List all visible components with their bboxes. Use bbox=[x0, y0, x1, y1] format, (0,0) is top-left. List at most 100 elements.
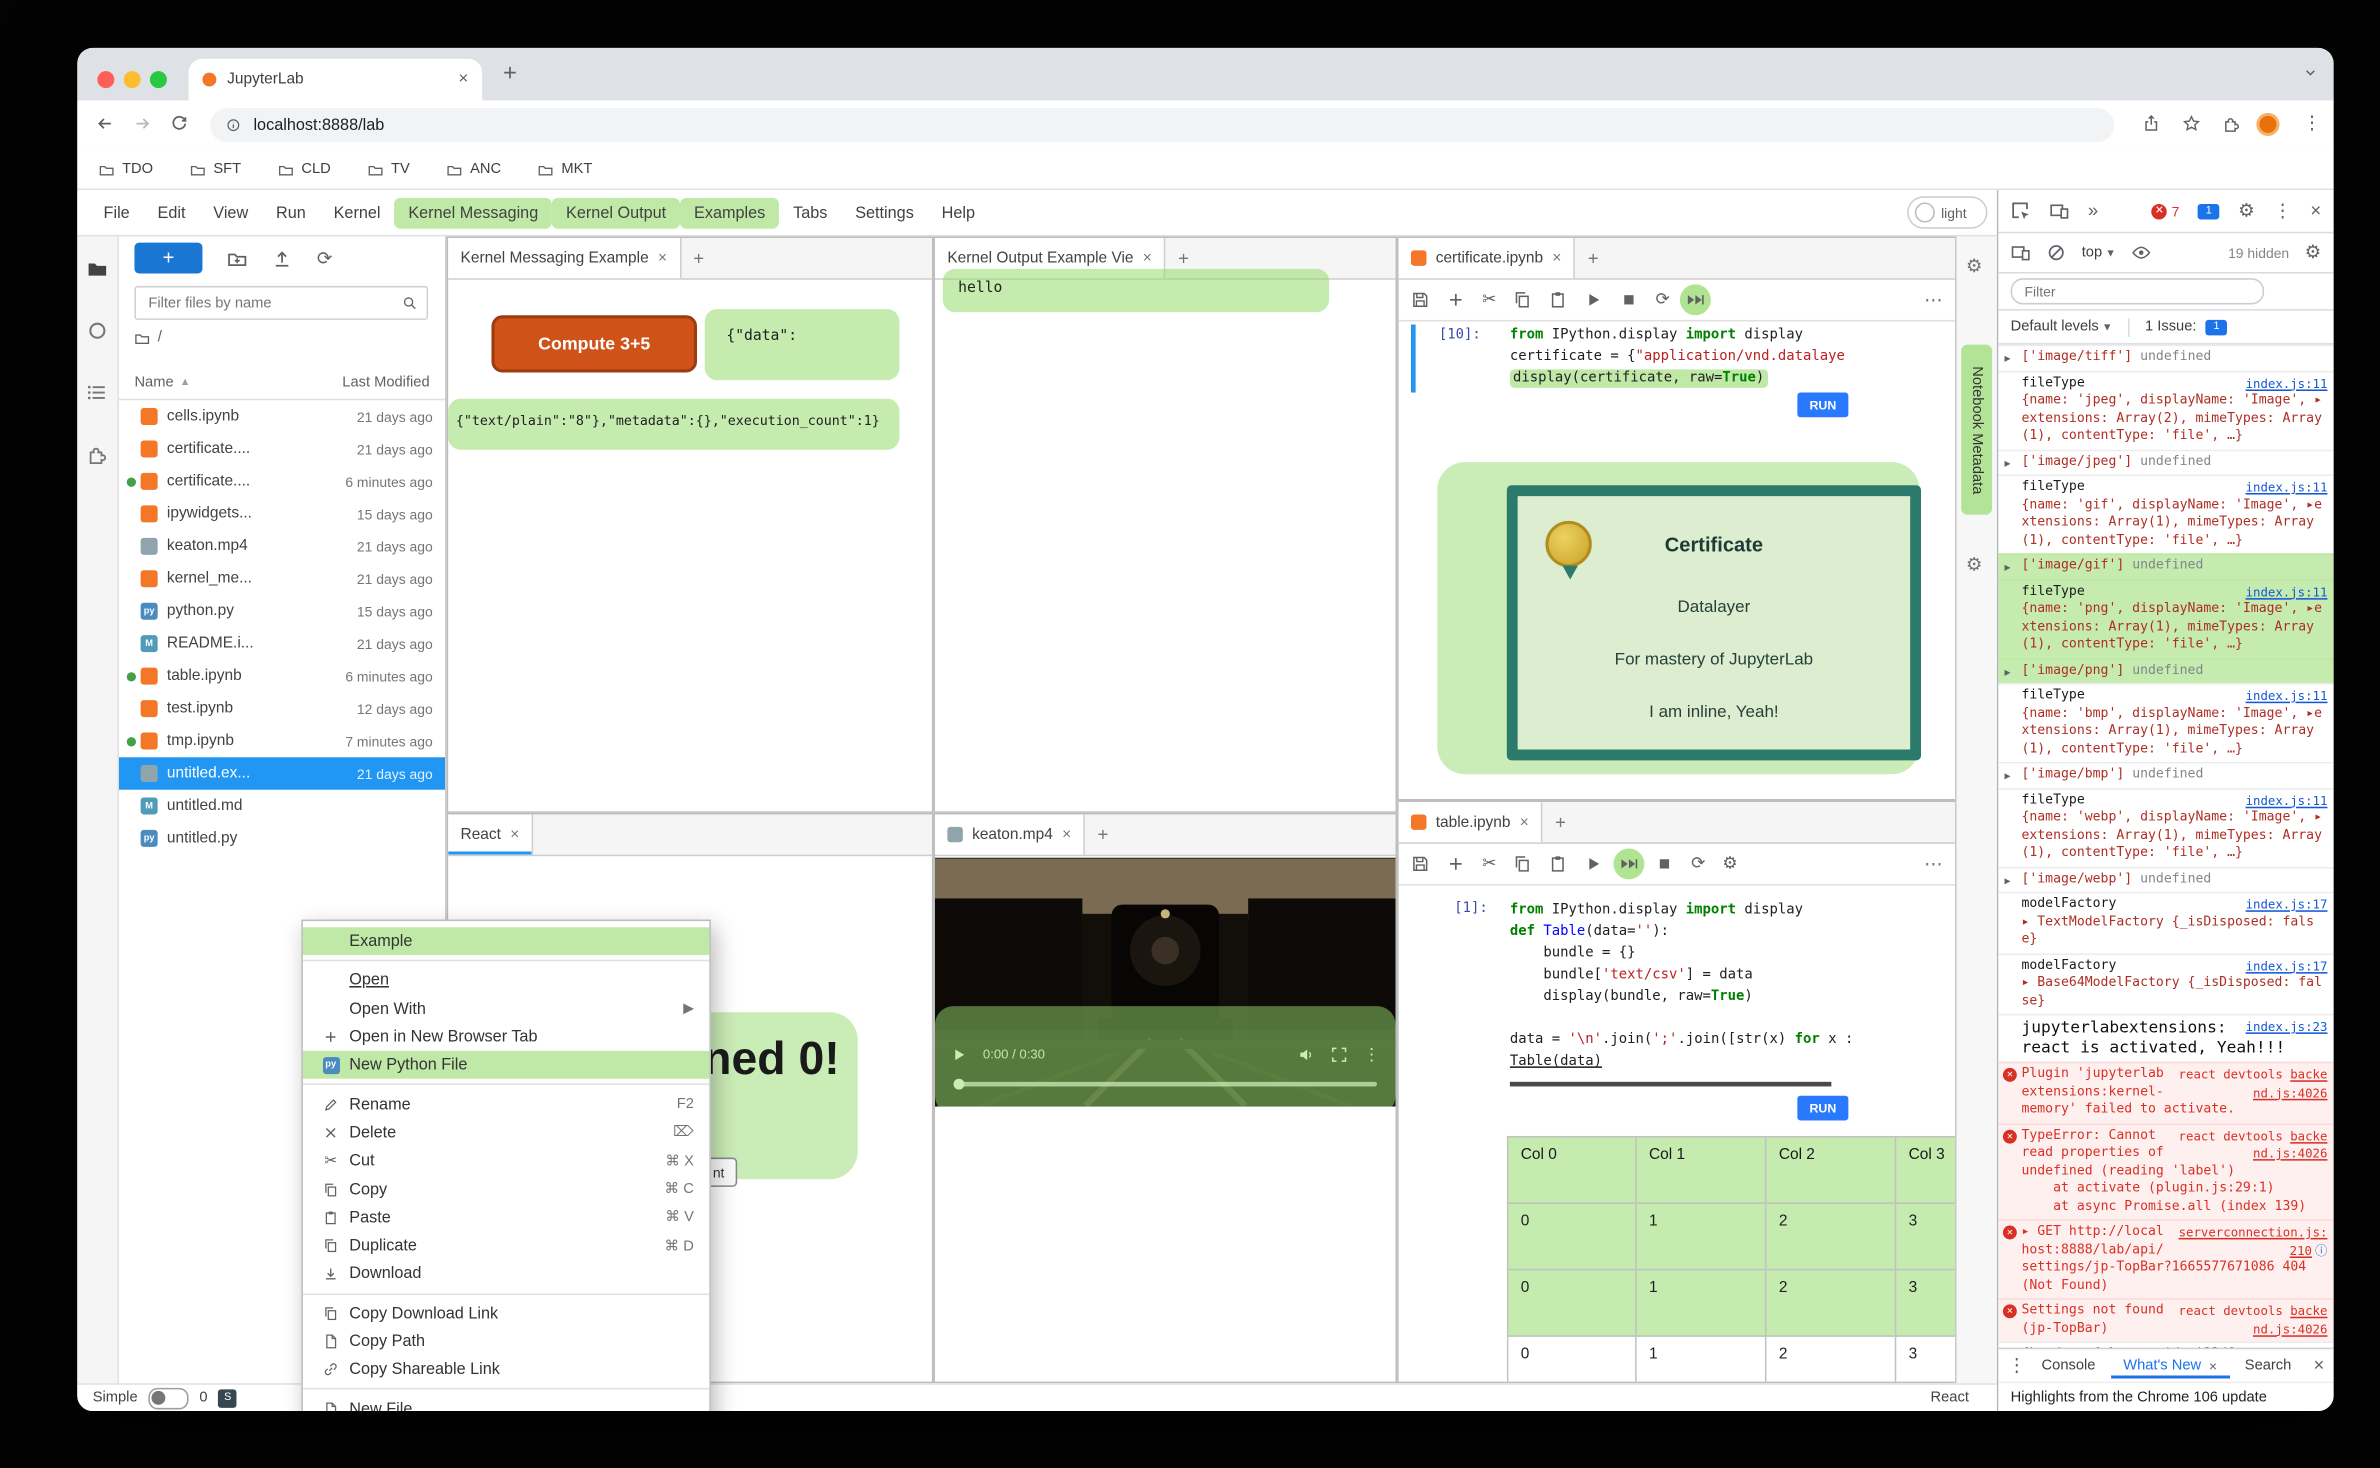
menu-tabs[interactable]: Tabs bbox=[779, 197, 841, 228]
run-cell-button[interactable]: RUN bbox=[1797, 1096, 1848, 1121]
tab-table-ipynb[interactable]: table.ipynb × bbox=[1399, 802, 1543, 842]
source-link[interactable]: react devtools backend.js:4026 bbox=[2173, 1066, 2328, 1102]
bookmark-anc[interactable]: ANC bbox=[447, 161, 501, 178]
debugger-icon[interactable]: ⚙ bbox=[1966, 553, 1983, 575]
property-inspector-icon[interactable]: ⚙ bbox=[1966, 255, 1983, 277]
menu-examples[interactable]: Examples bbox=[680, 197, 779, 228]
context-menu-item-new-file[interactable]: New File bbox=[303, 1395, 709, 1411]
file-row-readme-i[interactable]: MREADME.i...21 days ago bbox=[119, 627, 445, 659]
file-row-untitled-py[interactable]: pyuntitled.py bbox=[119, 822, 445, 854]
console-entry[interactable]: ▶['image/jpeg'] undefined bbox=[1998, 449, 2333, 475]
file-row-ipywidgets[interactable]: ipywidgets...15 days ago bbox=[119, 498, 445, 530]
insert-cell-icon[interactable] bbox=[1447, 855, 1466, 874]
fullscreen-icon[interactable] bbox=[1331, 1046, 1348, 1063]
source-link[interactable]: panel.js:53 bbox=[2246, 1346, 2328, 1348]
close-icon[interactable]: × bbox=[1520, 814, 1529, 831]
bookmark-tdo[interactable]: TDO bbox=[99, 161, 153, 178]
tab-keaton-mp4[interactable]: keaton.mp4 × bbox=[935, 814, 1085, 854]
bookmark-cld[interactable]: CLD bbox=[278, 161, 331, 178]
console-entry[interactable]: ▶['image/tiff'] undefined bbox=[1998, 345, 2333, 371]
drawer-tab-search[interactable]: Search bbox=[2232, 1352, 2303, 1378]
console-entry[interactable]: index.js:11fileType{name: 'gif', display… bbox=[1998, 474, 2333, 553]
close-icon[interactable]: × bbox=[2209, 1358, 2217, 1373]
run-icon[interactable] bbox=[1584, 855, 1603, 874]
menu-run[interactable]: Run bbox=[262, 197, 320, 228]
expand-arrow-icon[interactable]: ▶ bbox=[2004, 351, 2010, 369]
file-row-tmp-ipynb[interactable]: tmp.ipynb7 minutes ago bbox=[119, 725, 445, 757]
more-icon[interactable]: ⋯ bbox=[1924, 289, 1943, 311]
save-icon[interactable] bbox=[1411, 291, 1430, 310]
context-menu-item-new-python-file[interactable]: pyNew Python File bbox=[303, 1051, 709, 1079]
compute-button[interactable]: Compute 3+5 bbox=[491, 315, 697, 372]
console-entry[interactable]: ✕react devtools backend.js:4026Settings … bbox=[1998, 1298, 2333, 1341]
tab-search-chevron-icon[interactable] bbox=[2303, 65, 2318, 80]
save-icon[interactable] bbox=[1411, 855, 1430, 874]
forward-icon[interactable] bbox=[133, 114, 152, 133]
running-sessions-icon[interactable] bbox=[87, 320, 109, 342]
source-link[interactable]: index.js:11 bbox=[2246, 479, 2328, 497]
context-menu-item-rename[interactable]: RenameF2 bbox=[303, 1090, 709, 1118]
tab-react[interactable]: React × bbox=[448, 814, 533, 854]
source-link[interactable]: index.js:11 bbox=[2246, 792, 2328, 810]
drawer-kebab-icon[interactable]: ⋮ bbox=[2008, 1355, 2027, 1375]
file-row-cells-ipynb[interactable]: cells.ipynb21 days ago bbox=[119, 400, 445, 432]
paste-icon[interactable] bbox=[1549, 855, 1568, 874]
share-icon[interactable] bbox=[2142, 114, 2161, 133]
cut-icon[interactable]: ✂ bbox=[1482, 855, 1496, 874]
file-row-certificate[interactable]: certificate....21 days ago bbox=[119, 433, 445, 465]
context-menu-item-open-in-new-browser-tab[interactable]: Open in New Browser Tab bbox=[303, 1023, 709, 1051]
source-link[interactable]: index.js:11 bbox=[2246, 583, 2328, 601]
source-link[interactable]: index.js:17 bbox=[2246, 896, 2328, 914]
issues-badge[interactable]: 1 bbox=[2198, 203, 2220, 218]
modified-column-header[interactable]: Last Modified bbox=[342, 374, 429, 391]
menu-edit[interactable]: Edit bbox=[144, 197, 200, 228]
console-sidebar-icon[interactable] bbox=[2011, 243, 2031, 263]
console-entry[interactable]: index.js:17modelFactory▸ TextModelFactor… bbox=[1998, 892, 2333, 953]
cut-icon[interactable]: ✂ bbox=[1482, 291, 1496, 310]
file-row-test-ipynb[interactable]: test.ipynb12 days ago bbox=[119, 692, 445, 724]
close-icon[interactable]: × bbox=[510, 826, 519, 843]
context-menu-item-duplicate[interactable]: Duplicate⌘ D bbox=[303, 1232, 709, 1260]
issues-link[interactable]: 1 Issue: bbox=[2145, 318, 2196, 335]
tab-certificate-ipynb[interactable]: certificate.ipynb × bbox=[1399, 238, 1576, 278]
context-selector[interactable]: top▼ bbox=[2082, 244, 2116, 261]
close-window-button[interactable] bbox=[97, 71, 114, 88]
tab-close-icon[interactable]: × bbox=[458, 71, 468, 88]
cell-collapser[interactable] bbox=[1411, 325, 1416, 393]
console-settings-icon[interactable]: ⚙ bbox=[2305, 243, 2322, 263]
menu-file[interactable]: File bbox=[90, 197, 144, 228]
hidden-messages-label[interactable]: 19 hidden bbox=[2228, 245, 2289, 260]
error-count-badge[interactable]: ✕7 bbox=[2152, 203, 2180, 218]
browser-menu-kebab-icon[interactable]: ⋮ bbox=[2303, 113, 2322, 133]
devtools-close-icon[interactable]: × bbox=[2310, 201, 2321, 221]
drawer-tab-console[interactable]: Console bbox=[2029, 1352, 2108, 1378]
drawer-close-icon[interactable]: × bbox=[2314, 1355, 2325, 1375]
run-all-icon[interactable] bbox=[1681, 284, 1712, 315]
source-link[interactable]: react devtools backend.js:4026 bbox=[2173, 1127, 2328, 1163]
extensions-icon[interactable] bbox=[87, 444, 109, 466]
add-tab-icon[interactable]: + bbox=[681, 238, 717, 278]
console-filter-input[interactable] bbox=[2021, 282, 2253, 301]
copy-icon[interactable] bbox=[1513, 291, 1532, 310]
expand-arrow-icon[interactable]: ▶ bbox=[2004, 664, 2010, 682]
context-menu-item-download[interactable]: Download bbox=[303, 1260, 709, 1288]
bookmark-star-icon[interactable] bbox=[2182, 114, 2201, 133]
profile-avatar[interactable] bbox=[2256, 113, 2279, 136]
breadcrumb[interactable]: / bbox=[134, 329, 161, 346]
bookmark-sft[interactable]: SFT bbox=[190, 161, 241, 178]
devtools-settings-icon[interactable]: ⚙ bbox=[2238, 201, 2255, 221]
menu-kernel-output[interactable]: Kernel Output bbox=[552, 197, 680, 228]
terminal-icon[interactable]: S bbox=[218, 1389, 237, 1408]
device-toolbar-icon[interactable] bbox=[2049, 201, 2069, 221]
new-folder-icon[interactable] bbox=[227, 248, 247, 268]
file-browser-icon[interactable] bbox=[87, 258, 109, 280]
console-entry[interactable]: ✕serverconnection.js:210ⓘ▸ GET http://lo… bbox=[1998, 1219, 2333, 1298]
close-icon[interactable]: × bbox=[658, 250, 667, 267]
refresh-icon[interactable]: ⟳ bbox=[317, 248, 337, 268]
minimize-window-button[interactable] bbox=[124, 71, 141, 88]
copy-icon[interactable] bbox=[1513, 855, 1532, 874]
file-row-kernel-me[interactable]: kernel_me...21 days ago bbox=[119, 563, 445, 595]
menu-settings[interactable]: Settings bbox=[841, 197, 927, 228]
restart-icon[interactable]: ⟳ bbox=[1691, 855, 1705, 874]
clear-console-icon[interactable] bbox=[2046, 243, 2066, 263]
